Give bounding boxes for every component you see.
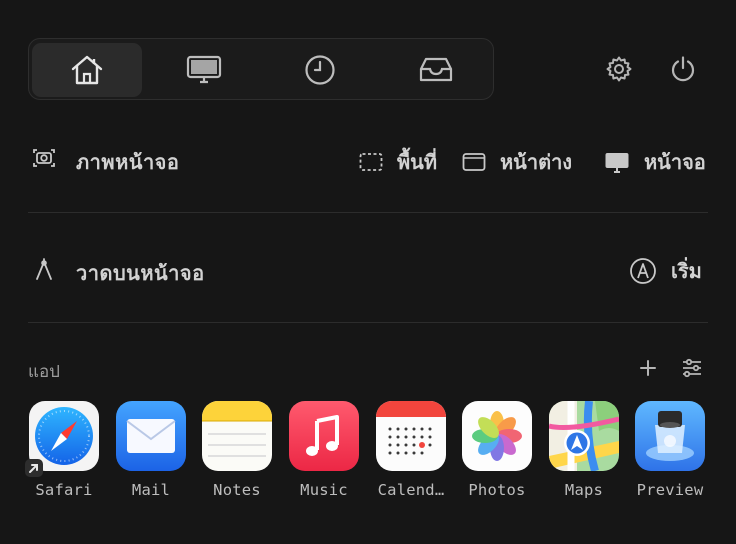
mail-icon xyxy=(116,401,186,471)
divider xyxy=(28,322,708,323)
capture-window-button[interactable]: หน้าต่าง xyxy=(462,146,572,178)
capture-screen-button[interactable]: หน้าจอ xyxy=(604,146,706,178)
app-calendar[interactable]: Calend… xyxy=(375,401,447,499)
capture-area-label: พื้นที่ xyxy=(397,150,438,174)
pen-circle-icon xyxy=(630,258,656,284)
notes-icon xyxy=(202,401,272,471)
app-name: Maps xyxy=(564,481,604,499)
app-notes[interactable]: Notes xyxy=(201,401,273,499)
tab-home[interactable] xyxy=(32,43,142,97)
calendar-icon xyxy=(376,401,446,471)
draw-start-button[interactable]: เริ่ม xyxy=(629,255,702,287)
tray-icon xyxy=(419,57,453,82)
capture-area-button[interactable]: พื้นที่ xyxy=(359,146,437,178)
photos-icon xyxy=(462,401,532,471)
preview-icon xyxy=(635,401,705,471)
monitor-icon xyxy=(186,55,222,84)
screenshot-label: ภาพหน้าจอ xyxy=(76,150,180,174)
app-name: Photos xyxy=(468,481,526,499)
app-name: Preview xyxy=(636,481,704,499)
tab-history[interactable] xyxy=(265,43,375,97)
draw-start-label: เริ่ม xyxy=(671,259,702,283)
app-mail[interactable]: Mail xyxy=(115,401,187,499)
app-safari[interactable]: Safari xyxy=(25,401,100,499)
compass-icon xyxy=(36,258,52,280)
app-settings-button[interactable] xyxy=(681,357,703,379)
home-icon xyxy=(71,55,103,85)
app-name: Calend… xyxy=(377,481,445,499)
add-app-button[interactable] xyxy=(637,357,659,379)
power-button[interactable] xyxy=(668,54,698,84)
draw-label: วาดบนหน้าจอ xyxy=(76,261,205,285)
app-maps[interactable]: Maps xyxy=(548,401,620,499)
camera-icon xyxy=(33,149,55,167)
capture-screen-label: หน้าจอ xyxy=(644,150,706,174)
tab-screen[interactable] xyxy=(149,43,259,97)
capture-window-label: หน้าต่าง xyxy=(500,150,573,174)
draw-row: วาดบนหน้าจอ เริ่ม xyxy=(28,249,708,289)
divider xyxy=(28,212,708,213)
apps-section-title: แอป xyxy=(28,362,60,382)
sliders-icon xyxy=(683,358,701,378)
shortcut-arrow-icon xyxy=(25,459,43,477)
app-music[interactable]: Music xyxy=(288,401,360,499)
app-name: Notes xyxy=(213,481,261,499)
app-photos[interactable]: Photos xyxy=(461,401,533,499)
app-name: Safari xyxy=(35,481,93,499)
tab-inbox[interactable] xyxy=(381,43,491,97)
display-icon xyxy=(605,153,629,173)
gear-icon xyxy=(606,56,632,82)
clock-icon xyxy=(305,55,335,85)
screenshot-row: ภาพหน้าจอ พื้นที่ หน้าต่าง หน้าจอ xyxy=(28,138,708,178)
window-icon xyxy=(462,153,486,171)
plus-icon xyxy=(640,360,656,376)
music-icon xyxy=(289,401,359,471)
settings-button[interactable] xyxy=(604,54,634,84)
maps-icon xyxy=(549,401,619,471)
app-name: Music xyxy=(300,481,348,499)
dashed-rect-icon xyxy=(359,153,383,171)
app-preview[interactable]: Preview xyxy=(634,401,706,499)
app-name: Mail xyxy=(131,481,171,499)
mode-tab-bar xyxy=(28,38,494,100)
power-icon xyxy=(671,56,695,82)
